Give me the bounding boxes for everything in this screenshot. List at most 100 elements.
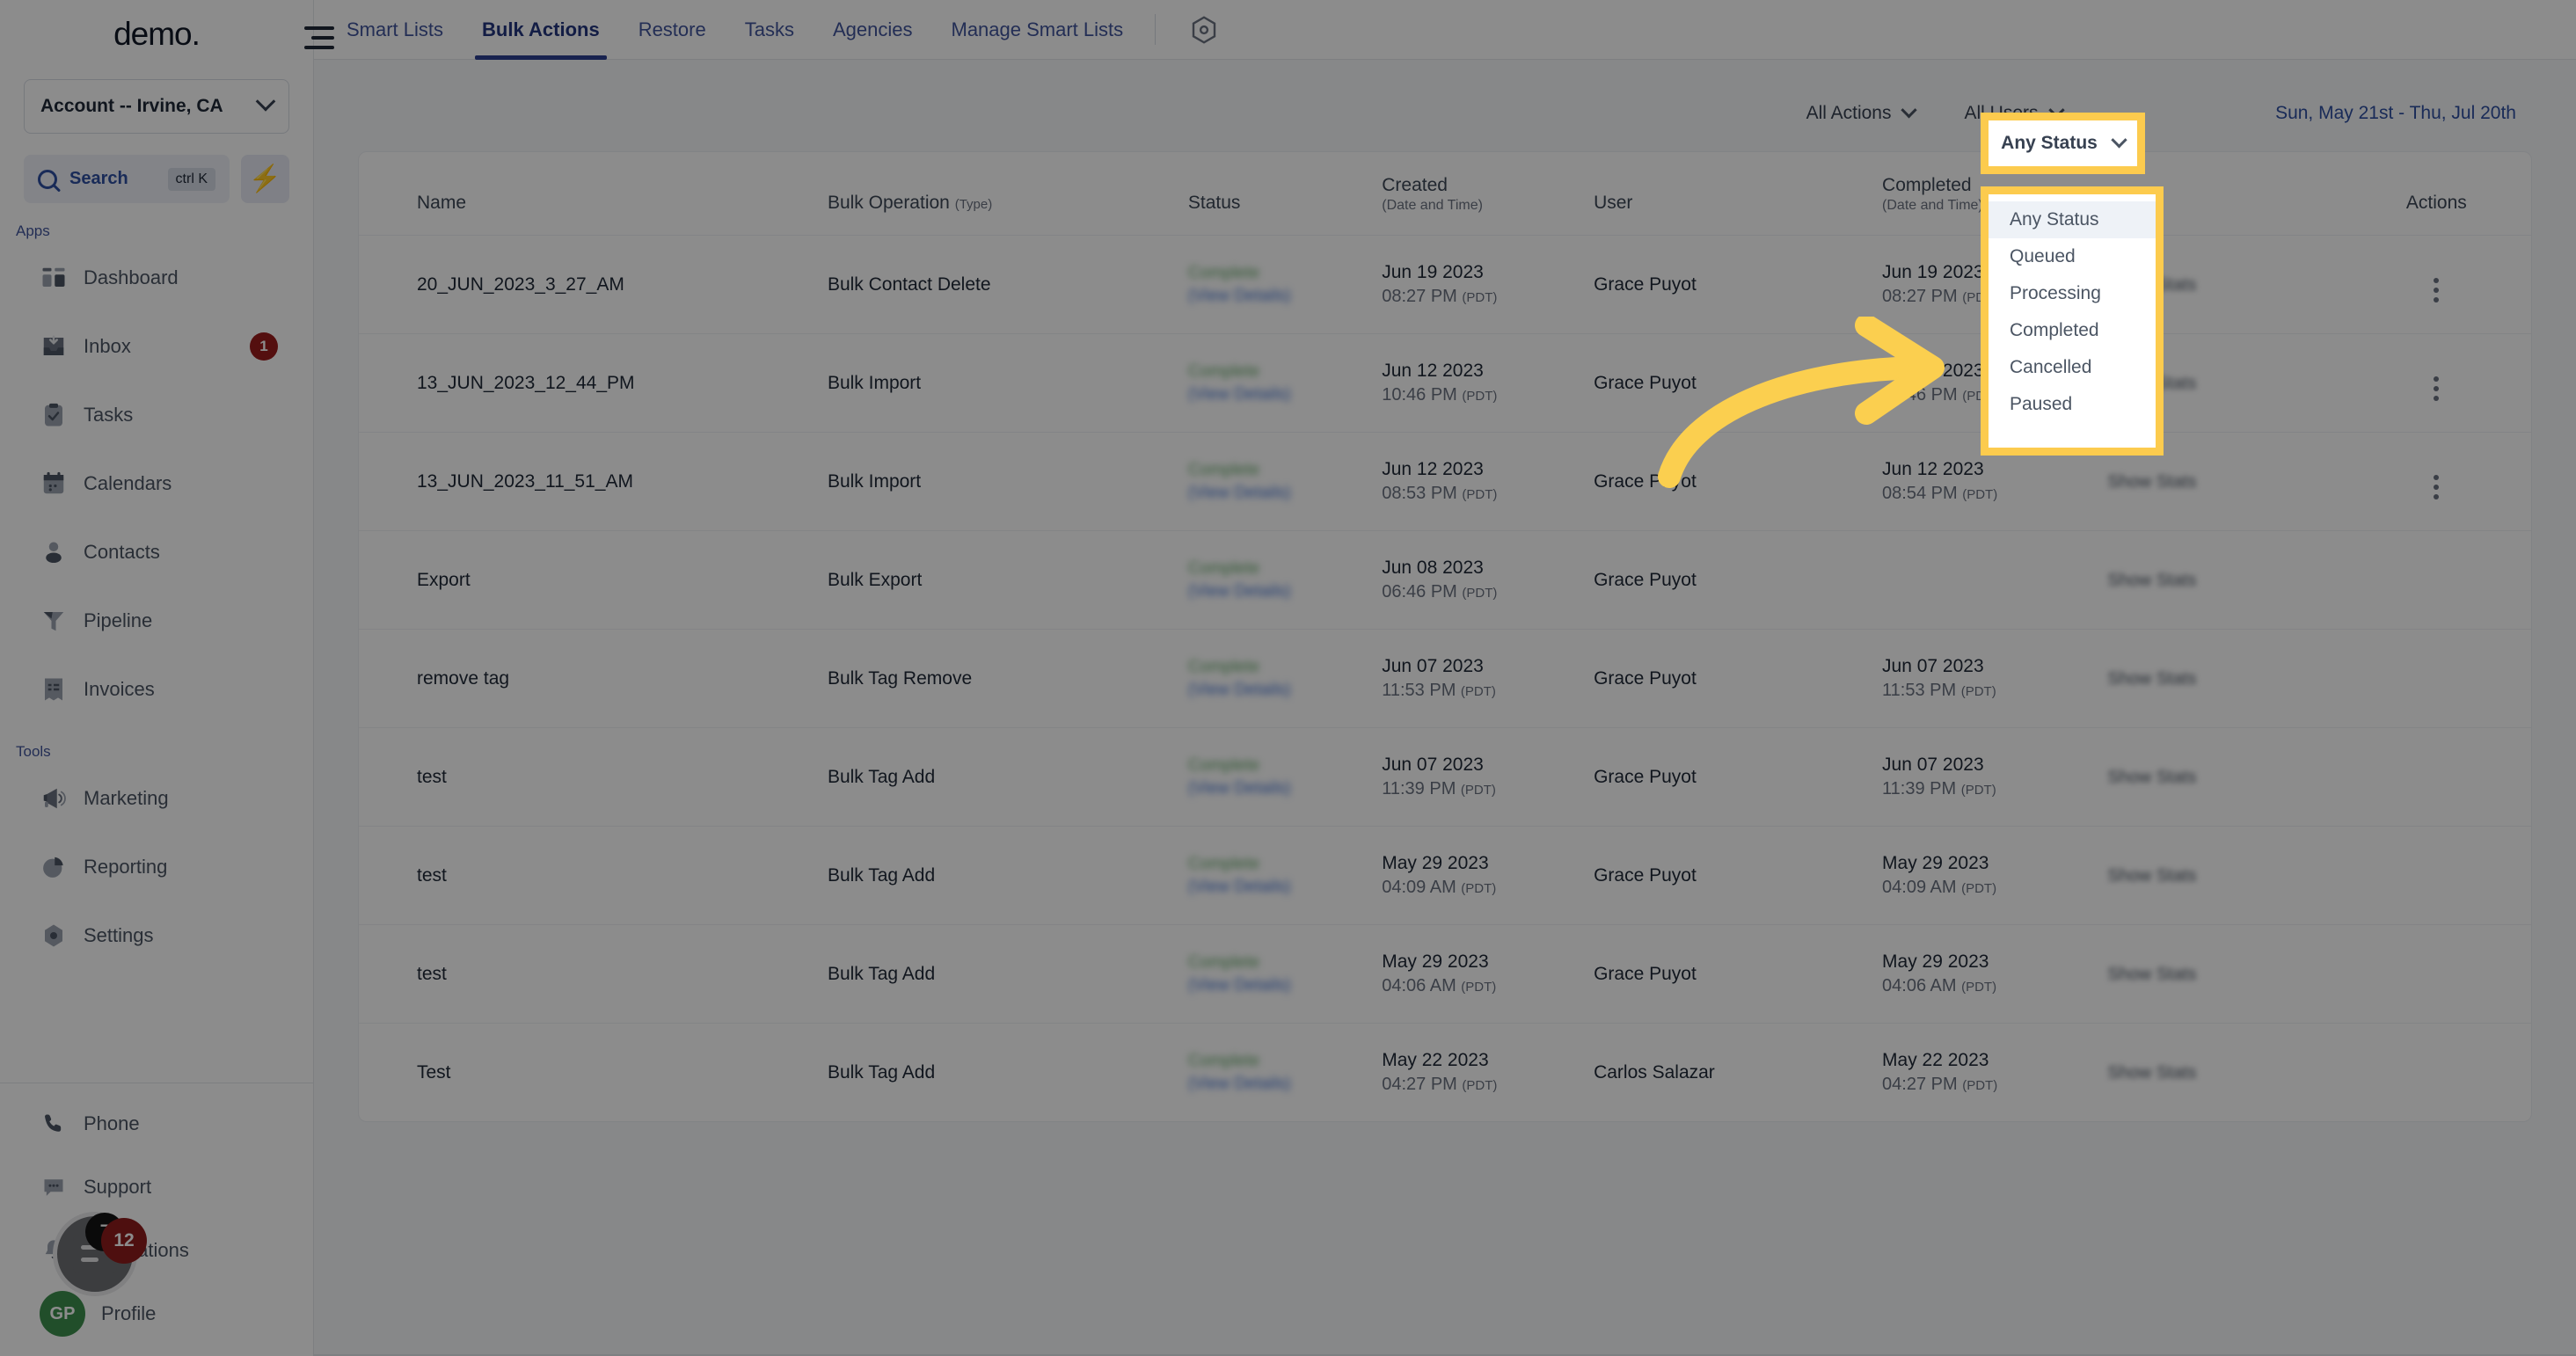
- sidebar-item-marketing[interactable]: Marketing: [0, 764, 313, 833]
- sidebar-item-notifications[interactable]: Notifications: [0, 1219, 313, 1282]
- tab-label: Bulk Actions: [482, 18, 600, 40]
- table-row[interactable]: 13_JUN_2023_11_51_AM Bulk Import Complete (…: [359, 432, 2531, 531]
- sidebar-item-label: Inbox: [84, 335, 131, 357]
- completed-time: 04:09 AM (PDT): [1882, 878, 1997, 897]
- show-stats-link[interactable]: Show Stats: [2107, 669, 2196, 689]
- cell-completed: Jun 07 2023 11:53 PM (PDT): [1882, 629, 2108, 728]
- sidebar-item-invoices[interactable]: Invoices: [0, 655, 313, 724]
- content-area: All Actions All Users Any Status Sun, Ma…: [314, 60, 2576, 1356]
- show-stats-link[interactable]: Show Stats: [2107, 571, 2196, 590]
- app-logo-text: demo: [113, 16, 193, 52]
- cell-created: May 22 2023 04:27 PM (PDT): [1382, 1023, 1594, 1121]
- show-stats-link[interactable]: Show Stats: [2107, 1063, 2196, 1083]
- sidebar-item-support[interactable]: Support: [0, 1156, 313, 1219]
- tab-tasks[interactable]: Tasks: [726, 0, 814, 59]
- table-row[interactable]: 13_JUN_2023_12_44_PM Bulk Import Complete (…: [359, 333, 2531, 433]
- cell-actions[interactable]: [2341, 1023, 2531, 1121]
- cell-stats[interactable]: Show Stats: [2107, 530, 2342, 630]
- status-option-any-status[interactable]: Any Status: [1989, 201, 2156, 238]
- status-option-processing[interactable]: Processing: [1989, 275, 2156, 312]
- row-actions-menu-icon[interactable]: [2434, 277, 2440, 303]
- table-row[interactable]: Export Bulk Export Complete (View Details) J…: [359, 530, 2531, 630]
- view-details-link[interactable]: (View Details): [1188, 976, 1382, 995]
- cell-stats[interactable]: Show Stats: [2107, 1023, 2342, 1121]
- date-range-picker[interactable]: Sun, May 21st - Thu, Jul 20th: [2249, 103, 2516, 124]
- view-details-link[interactable]: (View Details): [1188, 582, 1382, 601]
- row-actions-menu-icon[interactable]: [2434, 375, 2440, 401]
- table-row[interactable]: remove tag Bulk Tag Remove Complete (View D…: [359, 629, 2531, 728]
- view-details-link[interactable]: (View Details): [1188, 385, 1382, 405]
- column-header-status: Status: [1188, 152, 1382, 236]
- quick-action-button[interactable]: ⚡: [241, 155, 289, 203]
- account-selector[interactable]: Account -- Irvine, CA: [24, 79, 289, 134]
- sidebar-item-contacts[interactable]: Contacts: [0, 518, 313, 587]
- bulk-actions-card: Name Bulk Operation (Type) Status Create…: [358, 151, 2532, 1122]
- sidebar-item-profile[interactable]: GP Profile: [0, 1282, 313, 1345]
- cell-actions[interactable]: [2341, 235, 2531, 334]
- created-time: 04:09 AM (PDT): [1382, 878, 1497, 897]
- column-header-name: Name: [359, 152, 828, 236]
- status-badge: Complete: [1187, 558, 1260, 578]
- search-input[interactable]: Search ctrl K: [24, 155, 230, 203]
- cell-actions[interactable]: [2341, 432, 2531, 531]
- sidebar-item-pipeline[interactable]: Pipeline: [0, 587, 313, 655]
- sidebar-item-reporting[interactable]: Reporting: [0, 833, 313, 901]
- status-option-cancelled[interactable]: Cancelled: [1989, 349, 2156, 386]
- table-row[interactable]: test Bulk Tag Add Complete (View Details) Ma…: [359, 924, 2531, 1024]
- table-row[interactable]: test Bulk Tag Add Complete (View Details) Ju…: [359, 727, 2531, 827]
- view-details-link[interactable]: (View Details): [1188, 681, 1382, 700]
- logo-dot: .: [191, 16, 201, 52]
- created-date: Jun 07 2023: [1382, 656, 1484, 676]
- cell-stats[interactable]: Show Stats: [2107, 826, 2342, 925]
- view-details-link[interactable]: (View Details): [1188, 484, 1382, 503]
- cell-created: Jun 08 2023 06:46 PM (PDT): [1382, 530, 1594, 630]
- cell-completed: [1882, 530, 2108, 630]
- tab-restore[interactable]: Restore: [619, 0, 726, 59]
- tab-agencies[interactable]: Agencies: [814, 0, 932, 59]
- cell-stats[interactable]: Show Stats: [2107, 924, 2342, 1024]
- chat-launcher-button[interactable]: 7 12: [53, 1212, 147, 1296]
- cell-actions[interactable]: [2341, 924, 2531, 1024]
- created-date: Jun 12 2023: [1382, 361, 1484, 381]
- created-time: 04:06 AM (PDT): [1382, 976, 1497, 995]
- view-details-link[interactable]: (View Details): [1188, 1075, 1382, 1094]
- chat-badge-unread: 12: [101, 1218, 147, 1264]
- sidebar-item-inbox[interactable]: Inbox 1: [0, 312, 313, 381]
- cell-actions[interactable]: [2341, 333, 2531, 433]
- status-option-queued[interactable]: Queued: [1989, 238, 2156, 275]
- table-row[interactable]: test Bulk Tag Add Complete (View Details) Ma…: [359, 826, 2531, 925]
- status-option-paused[interactable]: Paused: [1989, 386, 2156, 423]
- view-details-link[interactable]: (View Details): [1188, 779, 1382, 798]
- view-details-link[interactable]: (View Details): [1188, 287, 1382, 306]
- show-stats-link[interactable]: Show Stats: [2107, 866, 2196, 886]
- cell-stats[interactable]: Show Stats: [2107, 629, 2342, 728]
- row-actions-menu-icon[interactable]: [2434, 474, 2440, 499]
- table-row[interactable]: 20_JUN_2023_3_27_AM Bulk Contact Delete Co…: [359, 235, 2531, 334]
- tab-smart-lists[interactable]: Smart Lists: [327, 0, 463, 59]
- sidebar-item-calendars[interactable]: Calendars: [0, 449, 313, 518]
- cell-name: remove tag: [359, 629, 828, 728]
- cell-created: Jun 12 2023 10:46 PM (PDT): [1382, 333, 1594, 433]
- filter-all-actions[interactable]: All Actions: [1782, 101, 1940, 124]
- tab-bulk-actions[interactable]: Bulk Actions: [463, 0, 619, 60]
- table-row[interactable]: Test Bulk Tag Add Complete (View Details) Ma…: [359, 1023, 2531, 1121]
- cell-actions[interactable]: [2341, 629, 2531, 728]
- filter-any-status-button[interactable]: Any Status: [1981, 113, 2145, 174]
- cell-actions[interactable]: [2341, 530, 2531, 630]
- cell-actions[interactable]: [2341, 826, 2531, 925]
- tab-manage-smart-lists[interactable]: Manage Smart Lists: [932, 0, 1143, 59]
- view-details-link[interactable]: (View Details): [1188, 878, 1382, 897]
- cell-stats[interactable]: Show Stats: [2107, 727, 2342, 827]
- topbar-settings-button[interactable]: [1168, 0, 1240, 59]
- sidebar-item-phone[interactable]: Phone: [0, 1092, 313, 1156]
- show-stats-link[interactable]: Show Stats: [2107, 768, 2196, 787]
- sidebar-item-settings[interactable]: Settings: [0, 901, 313, 970]
- status-dropdown-menu[interactable]: Any Status Queued Processing Completed Cance…: [1981, 186, 2164, 456]
- cell-actions[interactable]: [2341, 727, 2531, 827]
- status-option-completed[interactable]: Completed: [1989, 312, 2156, 349]
- sidebar-item-tasks[interactable]: Tasks: [0, 381, 313, 449]
- sidebar-item-label: Pipeline: [84, 609, 153, 631]
- show-stats-link[interactable]: Show Stats: [2107, 472, 2196, 492]
- show-stats-link[interactable]: Show Stats: [2107, 965, 2196, 984]
- sidebar-item-dashboard[interactable]: Dashboard: [0, 244, 313, 312]
